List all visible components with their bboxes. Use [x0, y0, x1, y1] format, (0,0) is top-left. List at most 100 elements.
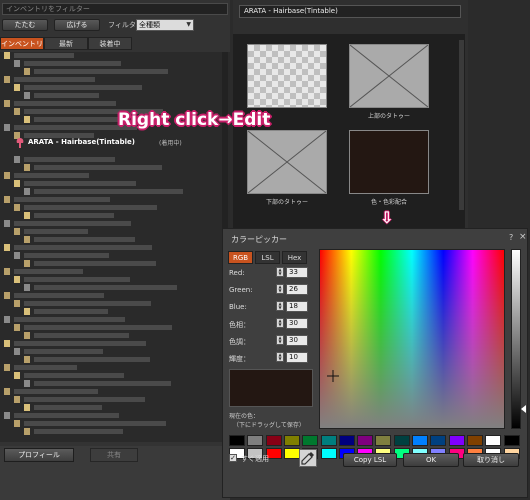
palette-swatch[interactable] — [229, 435, 245, 446]
palette-swatch[interactable] — [412, 435, 428, 446]
palette-swatch[interactable] — [302, 435, 319, 446]
close-icon[interactable]: × — [519, 232, 527, 242]
tab-worn[interactable]: 装着中 — [88, 37, 132, 50]
tab-recent[interactable]: 最新 — [44, 37, 88, 50]
filter-select[interactable]: 全種類 ▼ — [136, 19, 194, 31]
list-item[interactable] — [0, 68, 220, 76]
list-item[interactable] — [0, 156, 220, 164]
red-spinner[interactable]: ▲ ▼ — [276, 267, 284, 277]
luminance-spinner[interactable]: ▲ ▼ — [276, 352, 284, 362]
list-item[interactable] — [0, 420, 220, 428]
hue-input[interactable]: 30 — [286, 318, 308, 329]
tab-inventory[interactable]: インベントリ — [0, 37, 44, 50]
list-item[interactable] — [0, 380, 220, 388]
share-button[interactable]: 共有 — [90, 448, 138, 462]
help-icon[interactable]: ? — [509, 233, 513, 242]
list-item[interactable] — [0, 100, 220, 108]
list-item[interactable] — [0, 204, 220, 212]
palette-swatch[interactable] — [338, 435, 355, 446]
profile-button[interactable]: プロフィール — [4, 448, 74, 462]
texture-slot-upper-tattoo[interactable] — [349, 44, 429, 108]
list-item[interactable] — [0, 428, 220, 436]
red-input[interactable]: 33 — [286, 267, 308, 278]
list-item[interactable] — [0, 252, 220, 260]
tab-rgb[interactable]: RGB — [228, 251, 253, 264]
copy-lsl-button[interactable]: Copy LSL — [343, 453, 397, 467]
luminance-slider-handle[interactable] — [521, 405, 526, 413]
color-spectrum[interactable] — [319, 249, 505, 429]
list-item[interactable] — [0, 300, 220, 308]
list-item[interactable] — [0, 228, 220, 236]
list-item[interactable] — [0, 84, 220, 92]
palette-swatch[interactable] — [320, 448, 337, 459]
apply-now-checkbox[interactable]: ✓ — [229, 454, 237, 462]
expand-button[interactable]: 広げる — [54, 19, 100, 31]
palette-swatch[interactable] — [393, 435, 410, 446]
list-item[interactable] — [0, 172, 220, 180]
palette-swatch[interactable] — [503, 435, 520, 446]
collapse-button[interactable]: たたむ — [2, 19, 48, 31]
palette-swatch[interactable] — [430, 435, 447, 446]
hue-spinner[interactable]: ▲ ▼ — [276, 318, 284, 328]
list-item[interactable] — [0, 196, 220, 204]
palette-swatch[interactable] — [375, 435, 392, 446]
list-item[interactable] — [0, 356, 220, 364]
texture-scrollbar[interactable] — [459, 40, 464, 210]
palette-swatch[interactable] — [466, 435, 483, 446]
list-item[interactable] — [0, 76, 220, 84]
palette-swatch[interactable] — [448, 435, 465, 446]
tab-lsl[interactable]: LSL — [255, 251, 280, 264]
palette-swatch[interactable] — [357, 435, 374, 446]
inventory-filter-input[interactable]: インベントリをフィルター — [2, 3, 228, 15]
list-item[interactable] — [0, 412, 220, 420]
current-color-swatch[interactable] — [229, 369, 313, 407]
palette-swatch[interactable] — [247, 435, 264, 446]
list-item[interactable] — [0, 316, 220, 324]
eyedropper-button[interactable] — [299, 449, 317, 467]
texture-slot-base[interactable] — [247, 44, 327, 108]
list-item[interactable] — [0, 60, 220, 68]
list-item[interactable] — [0, 372, 220, 380]
saturation-spinner[interactable]: ▲ ▼ — [276, 335, 284, 345]
list-item[interactable] — [0, 324, 220, 332]
list-item[interactable] — [0, 260, 220, 268]
list-item[interactable] — [0, 404, 220, 412]
cancel-button[interactable]: 取り消し — [463, 453, 519, 467]
list-item[interactable] — [0, 188, 220, 196]
list-item[interactable] — [0, 308, 220, 316]
list-item[interactable] — [0, 388, 220, 396]
list-item[interactable] — [0, 268, 220, 276]
list-item[interactable] — [0, 220, 220, 228]
list-item[interactable] — [0, 244, 220, 252]
list-item[interactable] — [0, 236, 220, 244]
blue-input[interactable]: 18 — [286, 301, 308, 312]
texture-slot-lower-tattoo[interactable] — [247, 130, 327, 194]
list-item[interactable] — [0, 164, 220, 172]
ok-button[interactable]: OK — [403, 453, 459, 467]
color-tint-slot[interactable] — [349, 130, 429, 194]
palette-swatch[interactable] — [283, 448, 300, 459]
palette-swatch[interactable] — [485, 435, 502, 446]
list-item[interactable] — [0, 340, 220, 348]
tab-hex[interactable]: Hex — [282, 251, 307, 264]
luminance-slider[interactable] — [511, 249, 521, 429]
blue-spinner[interactable]: ▲ ▼ — [276, 301, 284, 311]
luminance-input[interactable]: 10 — [286, 352, 308, 363]
list-item[interactable] — [0, 348, 220, 356]
list-item[interactable] — [0, 364, 220, 372]
list-item[interactable] — [0, 292, 220, 300]
palette-swatch[interactable] — [320, 435, 337, 446]
green-input[interactable]: 26 — [286, 284, 308, 295]
list-item[interactable] — [0, 92, 220, 100]
list-item[interactable] — [0, 332, 220, 340]
list-item[interactable] — [0, 276, 220, 284]
list-item[interactable] — [0, 180, 220, 188]
palette-swatch[interactable] — [283, 435, 300, 446]
list-item[interactable] — [0, 284, 220, 292]
list-item[interactable] — [0, 396, 220, 404]
list-item[interactable] — [0, 52, 220, 60]
palette-swatch[interactable] — [265, 435, 282, 446]
green-spinner[interactable]: ▲ ▼ — [276, 284, 284, 294]
inventory-item-hairbase[interactable]: ARATA - Hairbase(Tintable) (着用中) — [14, 138, 194, 149]
list-item[interactable] — [0, 212, 220, 220]
